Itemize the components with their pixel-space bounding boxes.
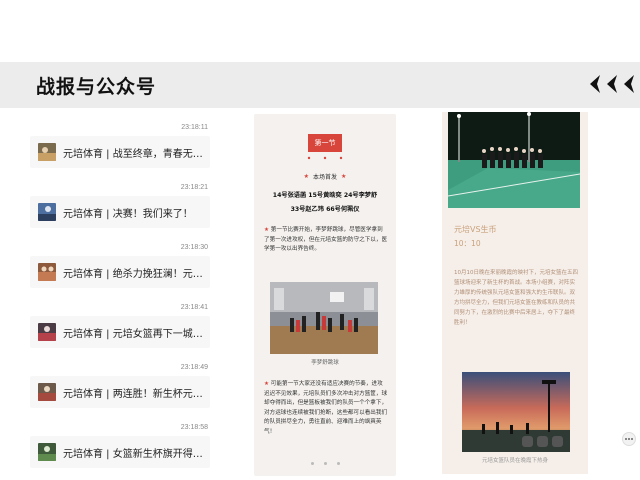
roster-line: 33号赵乙玮 66号何珮仪	[290, 206, 360, 213]
team-photo	[448, 112, 580, 208]
article-link-card[interactable]: 元培体育 | 元培女篮再下一城，...	[30, 316, 210, 348]
sub-heading: 本场首发	[312, 174, 337, 181]
chat-item[interactable]: 23:18:49 元培体育 | 两连胜！新生杯元培...	[28, 364, 214, 420]
triple-chevron-left-icon[interactable]	[588, 74, 636, 94]
star-icon: ★	[264, 227, 271, 233]
article-thumbnail	[38, 263, 56, 281]
sub-heading-row: ★ 本场首发 ★	[254, 172, 396, 181]
header-bar: 战报与公众号	[0, 62, 640, 108]
chat-item[interactable]: 23:18:30 元培体育 | 绝杀力挽狂澜！元培...	[28, 244, 214, 300]
article-screenshot-game-report: 第一节 ★ 本场首发 ★ 14号张语菡 15号黄晗奕 24号李梦舒 33号赵乙玮…	[254, 114, 396, 476]
article-thumbnail	[38, 383, 56, 401]
article-thumbnail	[38, 203, 56, 221]
paragraph-text: 可能第一节大家还没有适应决赛的节奏，进攻迟迟不见效果，元培队员们多次冲击对方篮筐…	[264, 381, 388, 435]
chat-item[interactable]: 23:18:41 元培体育 | 元培女篮再下一城，...	[28, 304, 214, 360]
paragraph: ★ 第一节比赛开始，李梦舒跳球，尽管医学拿到了第一次进攻权，但在元培女篮的防守之…	[264, 226, 388, 255]
divider-dots-icon	[307, 156, 343, 160]
paragraph: 10月10日晚在来丽晚霞的映衬下，元培女篮在五四篮球场迎来了新生杯的首战。本场小…	[454, 270, 578, 326]
article-thumbnail	[38, 143, 56, 161]
chat-timestamp: 23:18:49	[180, 364, 208, 371]
article-link-card[interactable]: 元培体育 | 绝杀力挽狂澜！元培...	[30, 256, 210, 288]
star-icon: ★	[264, 381, 271, 387]
match-date: 10：10	[454, 239, 481, 248]
chat-timestamp: 23:18:30	[180, 244, 208, 251]
article-screenshot-match-recap: 元培VS生币 10：10 10月10日晚在来丽晚霞的映衬下，元培女篮在五四篮球场…	[442, 112, 588, 474]
article-title: 元培体育 | 决赛！我们来了！	[63, 208, 193, 220]
article-link-card[interactable]: 元培体育 | 决赛！我们来了！	[30, 196, 210, 228]
article-link-card[interactable]: 元培体育 | 两连胜！新生杯元培...	[30, 376, 210, 408]
paragraph: ★ 可能第一节大家还没有适应决赛的节奏，进攻迟迟不见效果，元培队员们多次冲击对方…	[264, 380, 388, 438]
camera-icon[interactable]	[537, 436, 548, 447]
chat-item[interactable]: 23:18:58 元培体育 | 女篮新生杯旗开得胜...	[28, 424, 214, 480]
article-title: 元培体育 | 战至终章，青春无憾！	[63, 148, 203, 160]
image-toolbar	[522, 436, 563, 447]
photo-caption: 元培女篮队员在晚霞下热身	[481, 458, 548, 464]
article-link-card[interactable]: 元培体育 | 战至终章，青春无憾！	[30, 136, 210, 168]
page-title: 战报与公众号	[36, 76, 157, 98]
chat-timestamp: 23:18:58	[180, 424, 208, 431]
paragraph-text: 第一节比赛开始，李梦舒跳球，尽管医学拿到了第一次进攻权，但在元培女篮的防守之下以…	[264, 227, 388, 253]
roster-line: 14号张语菡 15号黄晗奕 24号李梦舒	[272, 192, 378, 199]
chat-item[interactable]: 23:18:21 元培体育 | 决赛！我们来了！	[28, 184, 214, 240]
article-title: 元培体育 | 两连胜！新生杯元培...	[63, 388, 203, 400]
article-link-card[interactable]: 元培体育 | 女篮新生杯旗开得胜...	[30, 436, 210, 468]
article-title: 元培体育 | 绝杀力挽狂澜！元培...	[63, 268, 203, 280]
star-icon: ★	[341, 173, 347, 180]
chat-timestamp: 23:18:21	[180, 184, 208, 191]
chat-item[interactable]: 23:18:11 元培体育 | 战至终章，青春无憾！	[28, 124, 214, 180]
article-thumbnail	[38, 323, 56, 341]
grid-icon[interactable]	[552, 436, 563, 447]
more-options-icon[interactable]	[622, 432, 636, 446]
article-title: 元培体育 | 元培女篮再下一城，...	[63, 328, 203, 340]
photo-caption: 李梦舒跳球	[311, 360, 339, 366]
page-indicator	[254, 462, 396, 465]
star-icon: ★	[303, 173, 309, 180]
article-title: 元培体育 | 女篮新生杯旗开得胜...	[63, 448, 203, 460]
chat-timestamp: 23:18:11	[181, 124, 208, 131]
article-thumbnail	[38, 443, 56, 461]
qr-icon[interactable]	[522, 436, 533, 447]
match-title: 元培VS生币	[454, 225, 497, 234]
chat-timestamp: 23:18:41	[180, 304, 208, 311]
section-tag: 第一节	[308, 134, 342, 152]
game-photo	[270, 282, 378, 354]
